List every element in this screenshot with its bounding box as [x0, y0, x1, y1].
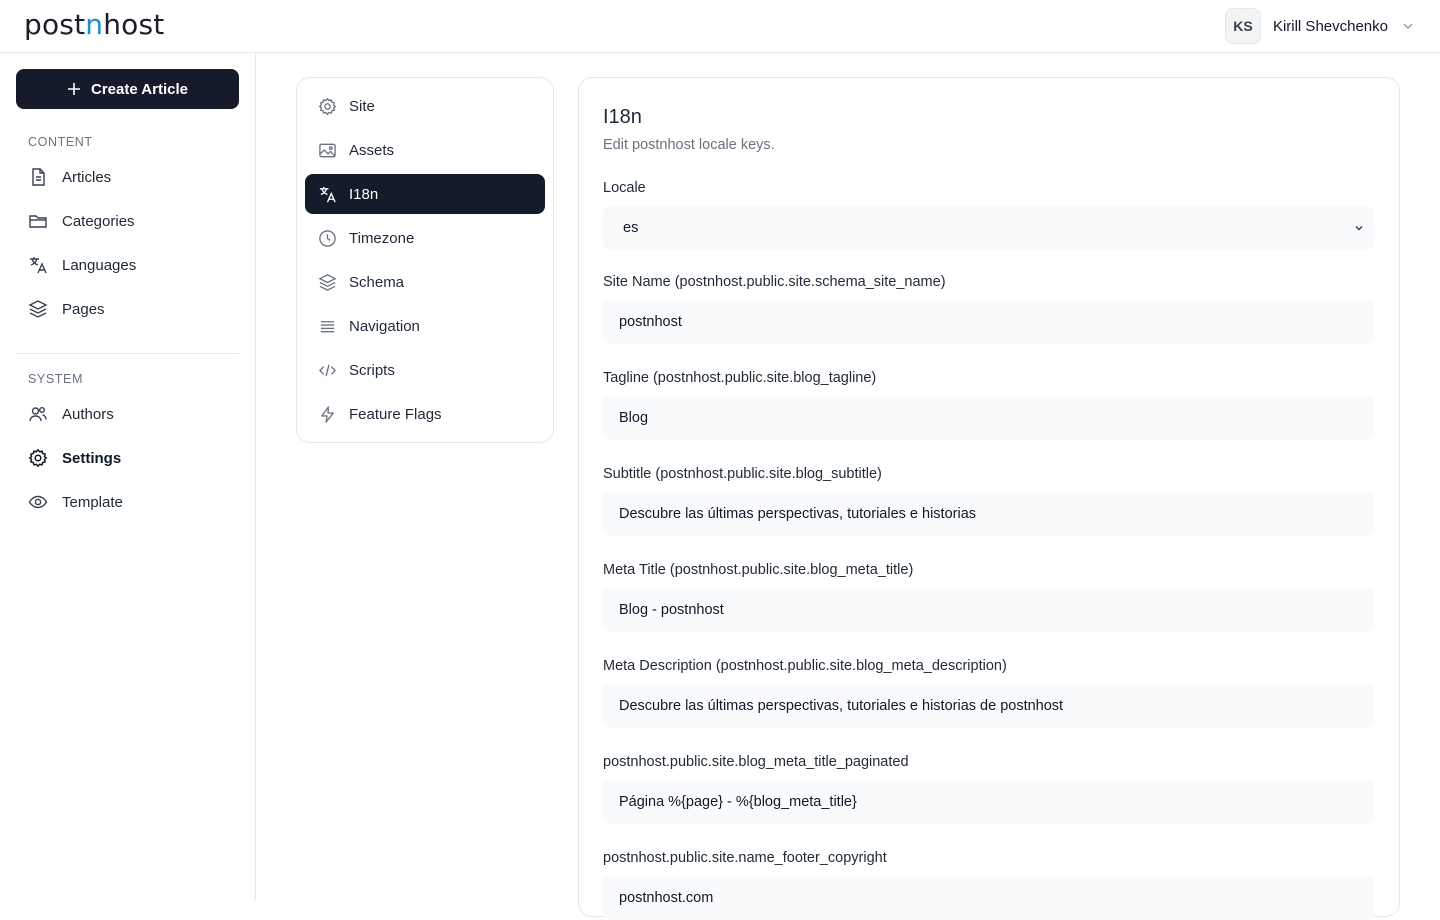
meta-title-label: Meta Title (postnhost.public.site.blog_m… — [603, 562, 914, 578]
subtitle-input[interactable] — [603, 492, 1375, 536]
user-menu[interactable]: KS Kirill Shevchenko — [1224, 8, 1416, 44]
plus-icon — [68, 83, 80, 95]
users-icon — [29, 407, 47, 422]
eye-icon — [28, 495, 48, 509]
user-name[interactable]: Kirill Shevchenko — [1273, 18, 1388, 35]
image-icon — [319, 143, 336, 157]
footer-copyright-input[interactable] — [603, 876, 1375, 920]
create-article-button[interactable]: Create Article — [16, 69, 239, 109]
form-title: I18n — [603, 106, 642, 128]
sidebar-item-template[interactable]: Template — [16, 484, 239, 520]
sidebar: Create Article CONTENT Articles Categori… — [0, 53, 256, 900]
sidebar-item-label: Authors — [62, 405, 114, 423]
settings-item-navigation[interactable]: Navigation — [305, 306, 545, 346]
logo-text-post: host — [103, 8, 165, 41]
meta-title-input[interactable] — [603, 588, 1375, 632]
sidebar-item-label: Template — [62, 493, 123, 511]
sidebar-item-label: Categories — [62, 212, 135, 230]
settings-menu: Site Assets I18n Timezone Schema Navigat… — [296, 77, 554, 443]
settings-item-feature-flags[interactable]: Feature Flags — [305, 394, 545, 434]
folder-icon — [29, 215, 47, 228]
settings-item-label: Schema — [349, 273, 405, 291]
settings-item-label: Site — [349, 97, 375, 115]
top-header: postnhost KS Kirill Shevchenko — [0, 0, 1440, 53]
meta-description-input[interactable] — [603, 684, 1375, 728]
form-subtitle: Edit postnhost locale keys. — [603, 137, 775, 153]
create-article-label: Create Article — [91, 80, 188, 98]
sidebar-item-label: Settings — [62, 449, 122, 467]
logo-text-pre: post — [24, 8, 86, 41]
settings-item-label: Timezone — [349, 229, 415, 247]
sidebar-item-articles[interactable]: Articles — [16, 159, 239, 195]
menu-lines-icon — [320, 320, 335, 332]
site-name-input[interactable] — [603, 300, 1375, 344]
section-label-system: SYSTEM — [28, 372, 83, 386]
settings-item-i18n[interactable]: I18n — [305, 174, 545, 214]
translate-icon — [30, 257, 47, 274]
sidebar-item-label: Pages — [62, 300, 105, 318]
locale-select[interactable]: es — [603, 206, 1375, 250]
chevron-down-icon — [1355, 225, 1363, 231]
chevron-down-icon[interactable] — [1400, 18, 1416, 34]
locale-label: Locale — [603, 180, 646, 196]
sidebar-item-categories[interactable]: Categories — [16, 203, 239, 239]
sidebar-item-label: Articles — [62, 168, 112, 186]
subtitle-label: Subtitle (postnhost.public.site.blog_sub… — [603, 466, 882, 482]
settings-item-label: Scripts — [349, 361, 395, 379]
settings-item-schema[interactable]: Schema — [305, 262, 545, 302]
layers-icon — [318, 273, 337, 291]
logo-text-accent: n — [85, 8, 104, 41]
sidebar-item-settings[interactable]: Settings — [16, 440, 239, 476]
site-name-label: Site Name (postnhost.public.site.schema_… — [603, 274, 946, 290]
settings-item-scripts[interactable]: Scripts — [305, 350, 545, 390]
code-icon — [318, 364, 337, 376]
logo[interactable]: postnhost — [24, 8, 164, 41]
sidebar-item-languages[interactable]: Languages — [16, 247, 239, 283]
settings-item-label: Assets — [349, 141, 395, 159]
settings-item-site[interactable]: Site — [305, 86, 545, 126]
settings-item-label: Navigation — [349, 317, 420, 335]
sidebar-item-label: Languages — [62, 256, 137, 274]
file-icon — [32, 168, 45, 186]
locale-value: es — [623, 220, 639, 236]
settings-item-label: Feature Flags — [349, 405, 442, 423]
settings-item-assets[interactable]: Assets — [305, 130, 545, 170]
avatar[interactable]: KS — [1224, 8, 1261, 44]
i18n-form-card: I18n Edit postnhost locale keys. Locale … — [578, 77, 1400, 920]
layers-icon — [28, 300, 48, 318]
section-label-content: CONTENT — [28, 135, 93, 149]
tagline-label: Tagline (postnhost.public.site.blog_tagl… — [603, 370, 877, 386]
sidebar-item-authors[interactable]: Authors — [16, 396, 239, 432]
gear-icon — [28, 448, 48, 468]
settings-item-timezone[interactable]: Timezone — [305, 218, 545, 258]
tagline-input[interactable] — [603, 396, 1375, 440]
meta-title-paginated-input[interactable] — [603, 780, 1375, 824]
footer-copyright-label: postnhost.public.site.name_footer_copyri… — [603, 850, 887, 866]
sidebar-item-pages[interactable]: Pages — [16, 291, 239, 327]
gear-icon — [318, 97, 337, 115]
meta-title-paginated-label: postnhost.public.site.blog_meta_title_pa… — [603, 754, 909, 770]
settings-item-label: I18n — [349, 185, 379, 203]
bolt-icon — [321, 405, 334, 423]
translate-icon — [319, 186, 336, 202]
meta-description-label: Meta Description (postnhost.public.site.… — [603, 658, 1007, 674]
sidebar-divider — [16, 353, 239, 354]
clock-icon — [319, 229, 336, 247]
